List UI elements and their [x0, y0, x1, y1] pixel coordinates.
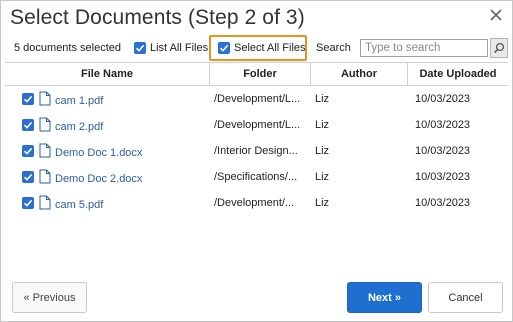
- select-all-highlight: [209, 35, 307, 61]
- selected-count-text: 5 documents selected: [14, 42, 122, 54]
- row-checkbox[interactable]: [22, 171, 34, 183]
- table-body: cam 1.pdf /Development/L... Liz 10/03/20…: [5, 86, 508, 216]
- file-icon: [39, 91, 51, 106]
- column-author[interactable]: Author: [311, 63, 407, 85]
- column-date-uploaded[interactable]: Date Uploaded: [408, 63, 508, 85]
- table-header: File Name Folder Author Date Uploaded: [5, 62, 508, 86]
- folder-cell: /Development/L...: [214, 119, 301, 131]
- date-cell: 10/03/2023: [415, 171, 471, 183]
- column-folder[interactable]: Folder: [210, 63, 310, 85]
- date-cell: 10/03/2023: [415, 93, 471, 105]
- row-checkbox[interactable]: [22, 119, 34, 131]
- date-cell: 10/03/2023: [415, 119, 471, 131]
- search-input[interactable]: [360, 39, 488, 57]
- dialog-title: Select Documents (Step 2 of 3): [10, 6, 305, 29]
- selected-count: 5 documents selected: [14, 36, 121, 60]
- table-row[interactable]: cam 1.pdf /Development/L... Liz 10/03/20…: [5, 86, 508, 112]
- column-file-name[interactable]: File Name: [5, 63, 209, 85]
- row-checkbox[interactable]: [22, 145, 34, 157]
- previous-button[interactable]: « Previous: [12, 282, 87, 313]
- close-icon[interactable]: [488, 7, 504, 23]
- table-row[interactable]: Demo Doc 2.docx /Specifications/... Liz …: [5, 164, 508, 190]
- file-icon: [39, 169, 51, 184]
- file-name-link[interactable]: Demo Doc 1.docx: [55, 138, 142, 164]
- author-cell: Liz: [315, 145, 330, 157]
- folder-cell: /Specifications/...: [214, 171, 298, 183]
- list-all-files-toggle[interactable]: List All Files: [134, 36, 208, 60]
- search-label: Search: [316, 36, 351, 60]
- file-name-link[interactable]: cam 2.pdf: [55, 112, 103, 138]
- file-name-link[interactable]: cam 1.pdf: [55, 86, 103, 112]
- list-all-files-checkbox[interactable]: [134, 42, 146, 54]
- select-documents-dialog: Select Documents (Step 2 of 3) 5 documen…: [0, 0, 513, 322]
- file-icon: [39, 117, 51, 132]
- table-row[interactable]: Demo Doc 1.docx /Interior Design... Liz …: [5, 138, 508, 164]
- search-button[interactable]: [490, 38, 508, 58]
- file-icon: [39, 195, 51, 210]
- date-cell: 10/03/2023: [415, 145, 471, 157]
- table-row[interactable]: cam 2.pdf /Development/L... Liz 10/03/20…: [5, 112, 508, 138]
- author-cell: Liz: [315, 119, 330, 131]
- folder-cell: /Development/L...: [214, 93, 301, 105]
- folder-cell: /Development/...: [214, 197, 295, 209]
- documents-table: File Name Folder Author Date Uploaded ca…: [5, 62, 508, 216]
- next-button[interactable]: Next »: [347, 282, 422, 313]
- folder-cell: /Interior Design...: [214, 145, 298, 157]
- row-checkbox[interactable]: [22, 93, 34, 105]
- search-label-text: Search: [316, 42, 351, 54]
- row-checkbox[interactable]: [22, 197, 34, 209]
- table-row[interactable]: cam 5.pdf /Development/... Liz 10/03/202…: [5, 190, 508, 216]
- author-cell: Liz: [315, 197, 330, 209]
- file-name-link[interactable]: cam 5.pdf: [55, 190, 103, 216]
- author-cell: Liz: [315, 93, 330, 105]
- cancel-button[interactable]: Cancel: [428, 282, 503, 313]
- list-all-files-label: List All Files: [150, 42, 209, 54]
- file-name-link[interactable]: Demo Doc 2.docx: [55, 164, 142, 190]
- file-icon: [39, 143, 51, 158]
- author-cell: Liz: [315, 171, 330, 183]
- date-cell: 10/03/2023: [415, 197, 471, 209]
- search-icon: [494, 42, 505, 54]
